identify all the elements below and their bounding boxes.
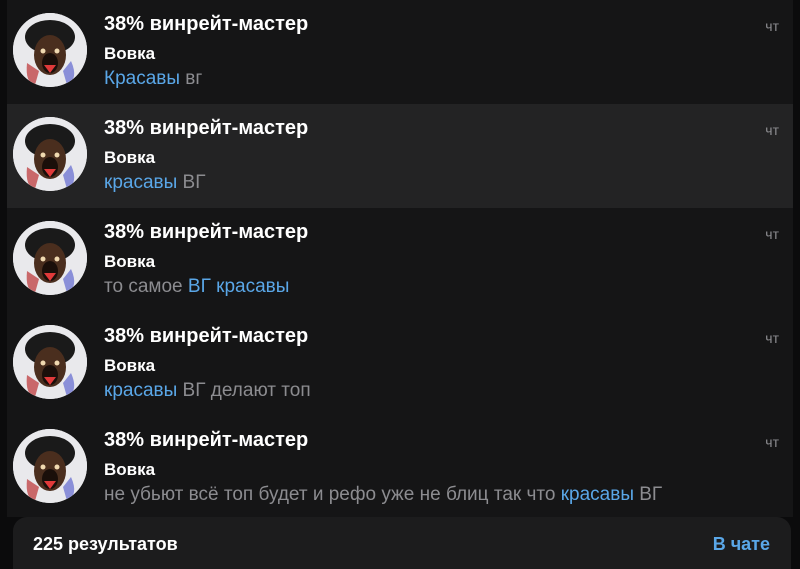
snippet-highlight: красавы	[104, 172, 178, 193]
snippet-text: вг	[180, 68, 203, 89]
dog-avatar-icon	[13, 13, 87, 87]
result-chat-title: 38% винрейт-мастер	[104, 221, 309, 243]
snippet-highlight: ВГ красавы	[187, 276, 290, 297]
result-sender: Вовка	[104, 252, 156, 271]
dog-avatar-icon	[13, 325, 87, 399]
result-snippet: красавы ВГ	[104, 172, 206, 194]
snippet-highlight: красавы	[104, 380, 178, 401]
snippet-highlight: красавы	[560, 484, 634, 505]
in-chat-button[interactable]: В чате	[713, 534, 770, 555]
result-snippet: красавы ВГ делают топ	[104, 380, 311, 402]
result-sender: Вовка	[104, 44, 156, 63]
result-time: чт	[765, 434, 779, 450]
result-time: чт	[765, 330, 779, 346]
search-result-row[interactable]: 38% винрейт-мастер Вовка Красавы вг чт	[7, 0, 793, 105]
search-footer-bar: 225 результатов В чате	[13, 517, 791, 569]
search-result-row[interactable]: 38% винрейт-мастер Вовка красавы ВГ чт	[7, 104, 793, 209]
search-result-row[interactable]: 38% винрейт-мастер Вовка красавы ВГ дела…	[7, 312, 793, 417]
dog-avatar-icon	[13, 221, 87, 295]
snippet-text: ВГ делают топ	[177, 380, 311, 401]
result-snippet: Красавы вг	[104, 68, 202, 90]
result-chat-title: 38% винрейт-мастер	[104, 325, 309, 347]
snippet-highlight: Красавы	[104, 68, 181, 89]
snippet-text: то самое	[104, 276, 188, 297]
dog-avatar-icon	[13, 429, 87, 503]
snippet-text: ВГ	[177, 172, 206, 193]
result-chat-title: 38% винрейт-мастер	[104, 13, 309, 35]
result-sender: Вовка	[104, 148, 156, 167]
result-time: чт	[765, 18, 779, 34]
search-results-list: 38% винрейт-мастер Вовка Красавы вг чт 3…	[7, 0, 793, 517]
result-chat-title: 38% винрейт-мастер	[104, 117, 309, 139]
search-result-row[interactable]: 38% винрейт-мастер Вовка не убьют всё то…	[7, 416, 793, 517]
result-sender: Вовка	[104, 356, 156, 375]
result-snippet: не убьют всё топ будет и рефо уже не бли…	[104, 484, 662, 506]
result-sender: Вовка	[104, 460, 156, 479]
search-result-row[interactable]: 38% винрейт-мастер Вовка то самое ВГ кра…	[7, 208, 793, 313]
results-count: 225 результатов	[33, 534, 178, 554]
dog-avatar-icon	[13, 117, 87, 191]
result-snippet: то самое ВГ красавы	[104, 276, 289, 298]
result-time: чт	[765, 122, 779, 138]
result-chat-title: 38% винрейт-мастер	[104, 429, 309, 451]
snippet-text: ВГ	[633, 484, 663, 505]
result-time: чт	[765, 226, 779, 242]
snippet-text: не убьют всё топ будет и рефо уже не бли…	[104, 484, 561, 505]
